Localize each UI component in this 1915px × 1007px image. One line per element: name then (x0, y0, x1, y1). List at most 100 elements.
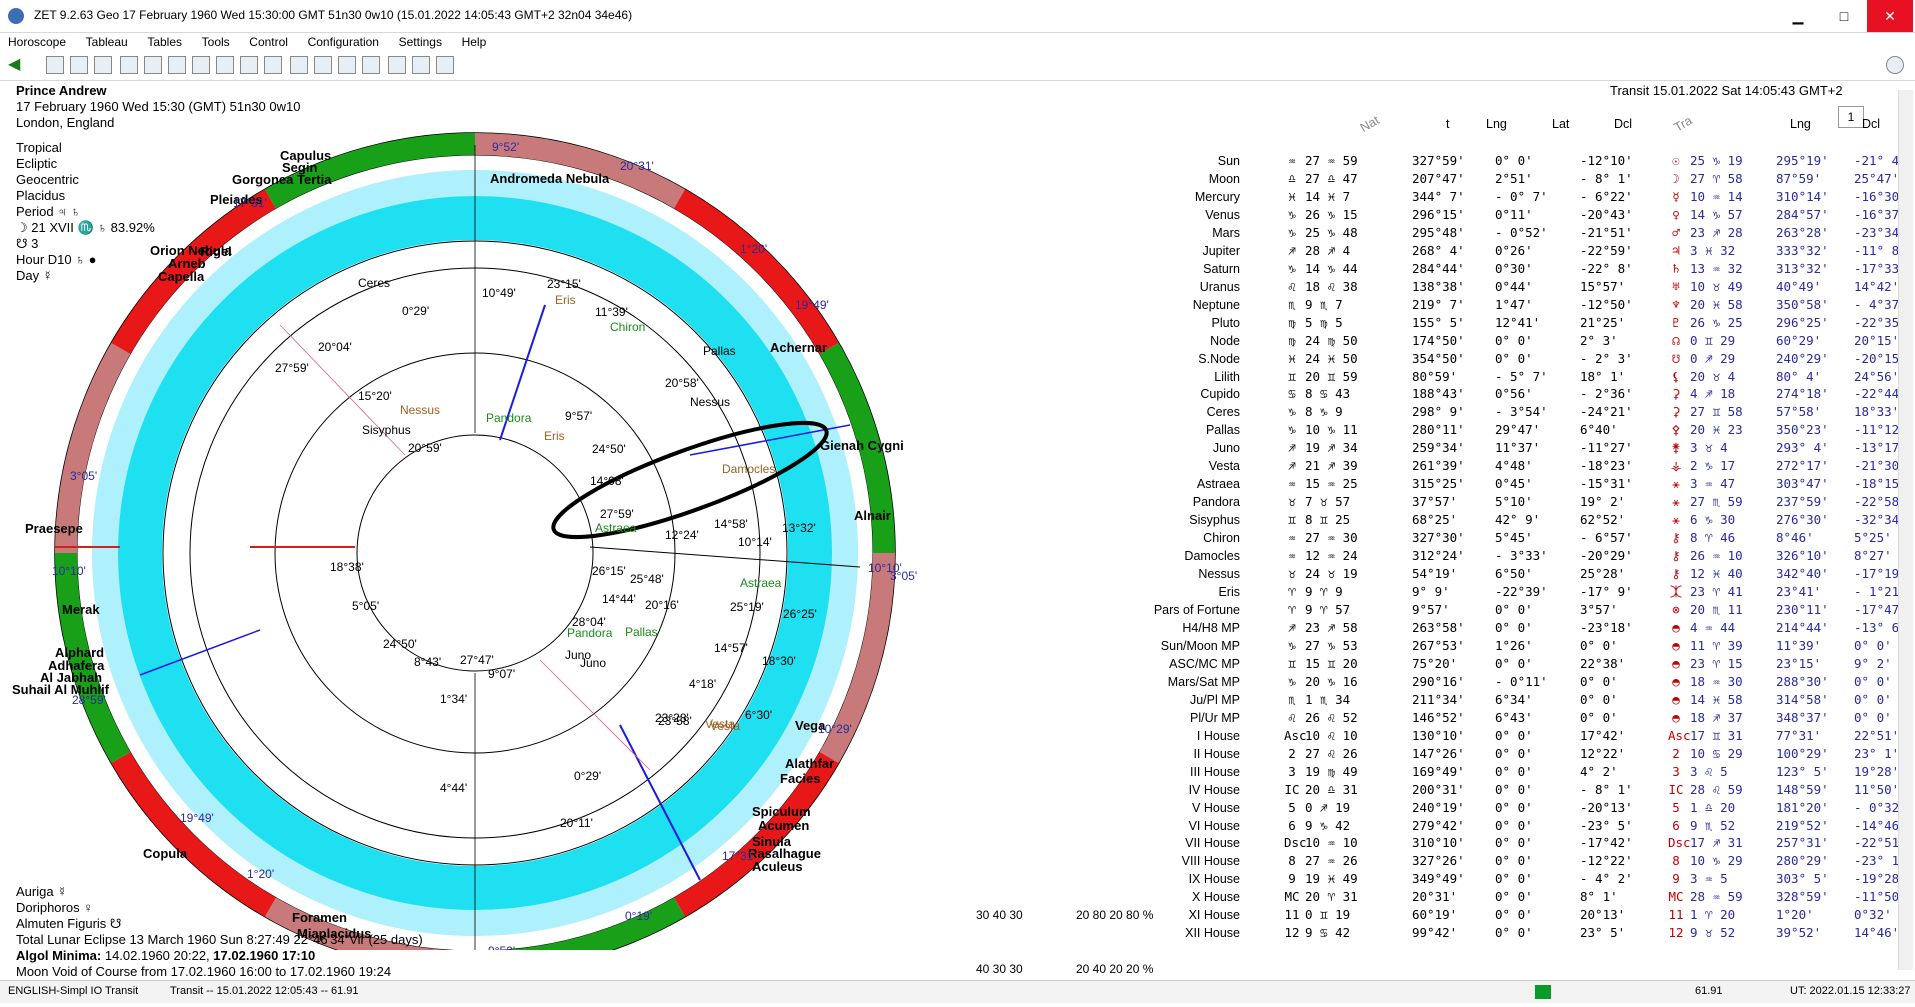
menu-tableau[interactable]: Tableau (78, 32, 136, 52)
planet-name: Cupido (1200, 387, 1240, 402)
transit-degree: 23 ♈ 15 (1690, 655, 1743, 671)
planet-sign: ♊ (1288, 655, 1296, 671)
page-number-combo[interactable]: 1 (1838, 106, 1864, 128)
transit-sign: ♀ (1672, 206, 1680, 222)
aspect-icon[interactable] (388, 56, 406, 74)
globe-icon[interactable] (70, 56, 88, 74)
menu-help[interactable]: Help (454, 32, 495, 52)
degree-label: 27°59' (275, 361, 309, 375)
grid-icon[interactable] (168, 56, 186, 74)
degree-label: 23°15' (547, 277, 581, 291)
menu-tools[interactable]: Tools (194, 32, 238, 52)
planet-latitude: 5°45' (1495, 530, 1533, 546)
planet-declination: 19° 2' (1580, 494, 1626, 510)
warning-icon[interactable] (412, 56, 430, 74)
planet-degree: 7 ♉ 57 (1305, 494, 1351, 510)
planet-degree: 27 ♑ 53 (1305, 637, 1358, 653)
degree-label: 24°50' (592, 442, 626, 456)
menu-horoscope[interactable]: Horoscope (0, 32, 74, 52)
calendar-icon[interactable] (290, 56, 308, 74)
menu-tables[interactable]: Tables (139, 32, 190, 52)
planet-sign: Asc (1284, 727, 1307, 743)
menu-control[interactable]: Control (241, 32, 296, 52)
list-icon[interactable] (240, 56, 258, 74)
info-doriphoros: Doriphoros ♀ (16, 900, 93, 915)
planet-declination: 62°52' (1580, 512, 1626, 528)
transit-longitude: 8°46' (1776, 530, 1814, 546)
planet-sign: 9 (1288, 871, 1296, 887)
house-cusp-label: 19°49' (795, 298, 829, 312)
fixed-star-label: Merak (62, 602, 100, 617)
house-cusp-label: 1°20' (247, 867, 274, 881)
transit-degree: 11 ♈ 39 (1690, 637, 1743, 653)
close-button[interactable]: ✕ (1867, 0, 1913, 32)
degree-label: 10°14' (738, 535, 772, 549)
wheel-icon[interactable] (94, 56, 112, 74)
graph-icon[interactable] (338, 56, 356, 74)
planet-sign: IC (1284, 781, 1300, 797)
tools-icon[interactable] (362, 56, 380, 74)
transit-degree: 4 ♒ 44 (1690, 619, 1736, 635)
ephemeris-icon[interactable] (314, 56, 332, 74)
transit-sign: IC (1668, 781, 1684, 797)
planet-degree: 28 ♐ 4 (1305, 242, 1351, 258)
planet-declination: -21°51' (1580, 224, 1633, 240)
dial-icon[interactable] (144, 56, 162, 74)
transit-sign: ⚵ (1671, 440, 1681, 456)
planet-name: Vesta (1208, 459, 1240, 474)
planet-name: VI House (1188, 818, 1240, 833)
transit-degree: 3 ♌ 5 (1690, 763, 1728, 779)
planet-declination: 20°13' (1580, 907, 1626, 923)
planet-degree: 27 ♒ 59 (1305, 153, 1358, 168)
planet-latitude: - 3°54' (1495, 404, 1548, 420)
transit-degree: 27 ♊ 58 (1690, 404, 1743, 420)
degree-label: 18°30' (762, 654, 796, 668)
map-icon[interactable] (192, 56, 210, 74)
house-cusp-label: 0°19' (625, 909, 652, 923)
body-label: Pandora (486, 411, 532, 425)
planet-degree: 14 ♑ 44 (1305, 260, 1358, 276)
planet-latitude: 0°45' (1495, 476, 1533, 492)
filter-icon[interactable] (216, 56, 234, 74)
table-icon[interactable] (46, 56, 64, 74)
planet-longitude: 60°19' (1412, 907, 1458, 923)
planet-longitude: 268° 4' (1412, 242, 1465, 258)
planet-latitude: 4°48' (1495, 458, 1533, 474)
bottom-info: Auriga ☿ Doriphoros ♀ Almuten Figuris ☋ … (16, 884, 423, 980)
settings-icon[interactable] (1886, 56, 1904, 74)
planet-sign: ♓ (1288, 350, 1296, 366)
planet-sign: ♑ (1288, 206, 1296, 222)
transit-sign: ⚸ (1671, 368, 1681, 384)
planet-declination: - 6°57' (1580, 530, 1633, 546)
transit-degree: 20 ♏ 11 (1690, 602, 1743, 617)
menu-configuration[interactable]: Configuration (300, 32, 387, 52)
planet-name: XII House (1185, 926, 1240, 941)
planet-declination: - 8° 1' (1580, 170, 1633, 186)
chart-icon[interactable] (120, 56, 138, 74)
house-cusp-label: 1°20' (740, 242, 767, 256)
document-icon[interactable] (264, 56, 282, 74)
planet-name: Sisyphus (1189, 513, 1240, 528)
minimize-button[interactable]: ▁ (1775, 0, 1821, 32)
transit-longitude: 11°39' (1776, 637, 1822, 653)
transit-sign: ⚴ (1671, 422, 1681, 438)
vertical-scrollbar[interactable] (1898, 90, 1913, 970)
transit-degree: 3 ♓ 32 (1690, 242, 1736, 258)
planet-degree: 14 ♓ 7 (1305, 188, 1351, 204)
back-arrow-icon[interactable]: ◀ (8, 56, 26, 74)
transit-degree: 20 ♉ 4 (1690, 368, 1736, 384)
header-tlng: Lng (1790, 117, 1811, 131)
planet-latitude: 6°50' (1495, 566, 1533, 582)
transit-longitude: 87°59' (1776, 170, 1822, 186)
planet-longitude: 37°57' (1412, 494, 1458, 510)
horoscope-wheel[interactable]: CapulusSeginGorgonea TertiaPleiadesAndro… (0, 100, 1100, 950)
maximize-button[interactable]: □ (1821, 0, 1867, 32)
planet-longitude: 279°42' (1412, 817, 1465, 833)
planet-sign: ♓ (1288, 188, 1296, 204)
menu-settings[interactable]: Settings (391, 32, 450, 52)
planet-declination: -17° 9' (1580, 584, 1633, 600)
planet-sign: ♏ (1288, 296, 1296, 312)
planet-name: X House (1192, 890, 1240, 905)
report-icon[interactable] (436, 56, 454, 74)
degree-label: 24°50' (383, 637, 417, 651)
